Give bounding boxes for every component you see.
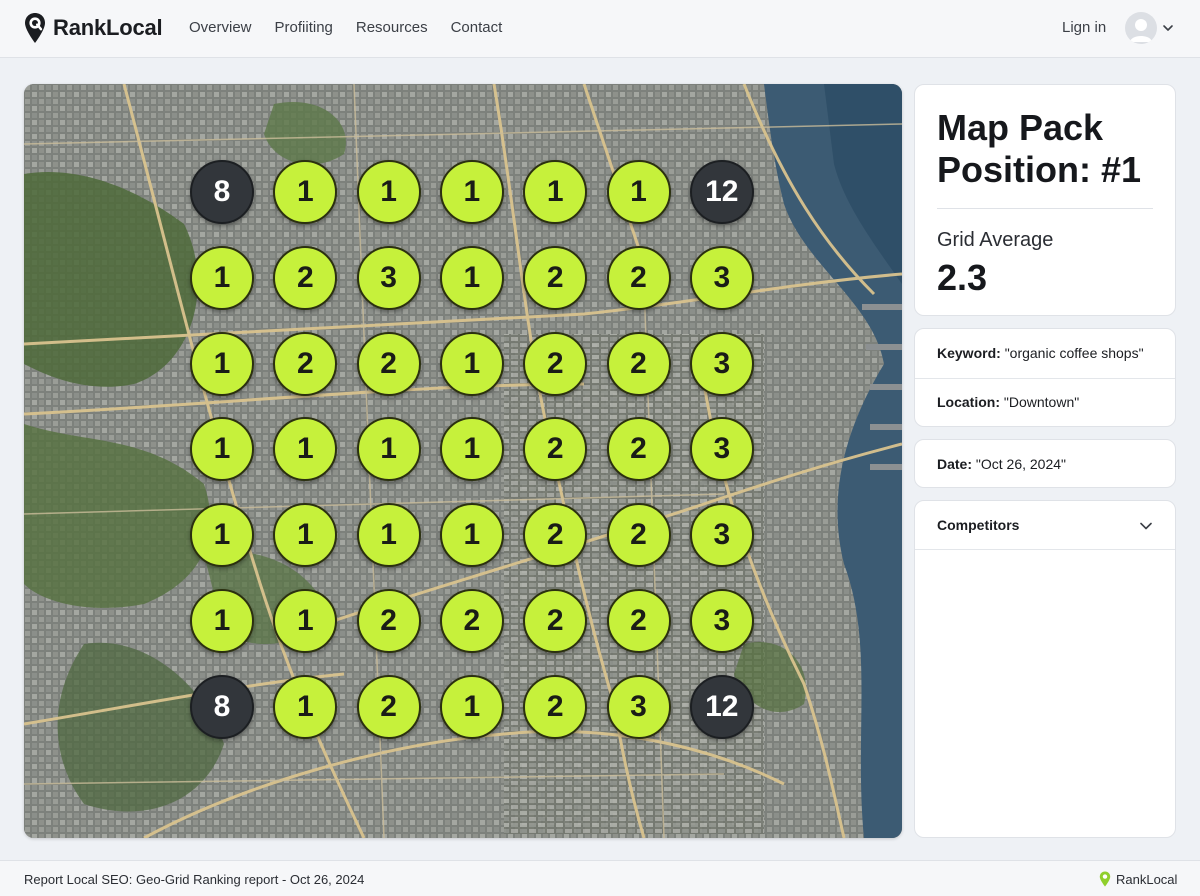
rank-pin[interactable]: 3 <box>606 674 671 739</box>
rank-pin[interactable]: 1 <box>273 674 338 739</box>
date-row: Date: "Oct 26, 2024" <box>937 456 1066 472</box>
rank-pin[interactable]: 2 <box>356 331 421 396</box>
rank-pin[interactable]: 2 <box>356 589 421 653</box>
map-pin-icon <box>25 13 45 43</box>
rank-pin[interactable]: 2 <box>356 674 421 739</box>
nav-resources[interactable]: Resources <box>356 19 428 37</box>
rank-pin[interactable]: 3 <box>356 245 421 310</box>
chevron-down-icon <box>1140 522 1152 530</box>
keyword-value: "organic coffee shops" <box>1004 345 1144 361</box>
rank-pin[interactable]: 2 <box>523 417 588 482</box>
rank-pin[interactable]: 1 <box>190 245 254 310</box>
grid-average-label: Grid Average <box>937 229 1054 251</box>
rank-pin[interactable]: 1 <box>606 160 671 224</box>
nav-contact[interactable]: Contact <box>451 19 503 37</box>
keyword-row: Keyword: "organic coffee shops" <box>937 345 1144 361</box>
rank-pin[interactable]: 1 <box>273 417 338 482</box>
location-row: Location: "Downtown" <box>937 394 1079 410</box>
rank-pin[interactable]: 2 <box>273 245 338 310</box>
rank-pin[interactable]: 12 <box>689 160 754 224</box>
rank-pin[interactable]: 1 <box>356 503 421 568</box>
map-pack-position-card: Map Pack Position: #1 Grid Average 2.3 <box>914 84 1176 316</box>
rank-pin[interactable]: 1 <box>190 589 254 653</box>
date-value: "Oct 26, 2024" <box>975 456 1067 472</box>
map-pack-position-title: Map Pack Position: #1 <box>937 107 1142 190</box>
footer: Report Local SEO: Geo-Grid Ranking repor… <box>0 860 1200 896</box>
rank-pin[interactable]: 1 <box>190 331 254 396</box>
rank-pin[interactable]: 2 <box>523 331 588 396</box>
rank-pin[interactable]: 2 <box>523 503 588 568</box>
rank-pin[interactable]: 1 <box>439 331 504 396</box>
rank-pin[interactable]: 3 <box>689 331 754 396</box>
nav-overview[interactable]: Overview <box>189 19 252 37</box>
geo-grid-map[interactable]: 8 1 1 1 1 1 12 1 2 3 1 2 2 3 1 2 2 1 2 2 3 1 1 1 1 2 2 3 1 1 1 1 2 2 3 1 1 2 2… <box>24 84 902 838</box>
rank-pin[interactable]: 2 <box>606 331 671 396</box>
main-nav: Overview Profiiting Resources Contact <box>189 19 525 37</box>
rank-pin[interactable]: 1 <box>190 417 254 482</box>
rank-pin[interactable]: 1 <box>273 160 338 224</box>
location-label: Location: <box>937 394 1000 410</box>
rank-pin[interactable]: 3 <box>689 503 754 568</box>
date-label: Date: <box>937 456 973 472</box>
divider <box>937 208 1153 209</box>
search-details-card: Keyword: "organic coffee shops" Location… <box>914 328 1176 427</box>
rank-pin[interactable]: 1 <box>439 417 504 482</box>
rank-pin[interactable]: 3 <box>689 417 754 482</box>
ranking-grid: 8 1 1 1 1 1 12 1 2 3 1 2 2 3 1 2 2 1 2 2 3 1 1 1 1 2 2 3 1 1 1 1 2 2 3 1 1 2 2… <box>24 84 902 838</box>
divider <box>915 378 1175 379</box>
rank-pin[interactable]: 2 <box>523 245 588 310</box>
rank-pin[interactable]: 2 <box>523 589 588 653</box>
rank-pin[interactable]: 1 <box>273 589 338 653</box>
rank-pin[interactable]: 2 <box>439 589 504 653</box>
rank-pin[interactable]: 2 <box>273 331 338 396</box>
rank-pin[interactable]: 2 <box>606 503 671 568</box>
date-card: Date: "Oct 26, 2024" <box>914 439 1176 488</box>
competitors-title: Competitors <box>937 517 1020 533</box>
rank-pin[interactable]: 8 <box>190 160 254 224</box>
rank-pin[interactable]: 1 <box>439 503 504 568</box>
map-pin-icon <box>1099 871 1111 887</box>
rank-pin[interactable]: 1 <box>523 160 588 224</box>
rank-pin[interactable]: 1 <box>356 160 421 224</box>
competitors-panel: Competitors <box>914 500 1176 838</box>
rank-pin[interactable]: 2 <box>606 245 671 310</box>
brand-logo[interactable]: RankLocal <box>24 12 163 44</box>
rank-pin[interactable]: 1 <box>439 674 504 739</box>
chevron-down-icon[interactable] <box>1162 22 1174 34</box>
rank-pin[interactable]: 2 <box>606 417 671 482</box>
competitors-toggle[interactable]: Competitors <box>915 501 1175 550</box>
rank-pin[interactable]: 12 <box>689 674 754 739</box>
brand-name: RankLocal <box>53 15 163 40</box>
user-avatar-icon[interactable] <box>1125 12 1157 44</box>
rank-pin[interactable]: 8 <box>190 674 254 739</box>
rank-pin[interactable]: 1 <box>356 417 421 482</box>
rank-pin[interactable]: 3 <box>689 245 754 310</box>
login-link[interactable]: Lign in <box>1062 19 1106 37</box>
rank-pin[interactable]: 1 <box>439 245 504 310</box>
report-caption: Report Local SEO: Geo-Grid Ranking repor… <box>24 872 365 887</box>
grid-average-value: 2.3 <box>937 257 988 298</box>
keyword-label: Keyword: <box>937 345 1001 361</box>
rank-pin[interactable]: 1 <box>273 503 338 568</box>
rank-pin[interactable]: 2 <box>606 589 671 653</box>
rank-pin[interactable]: 1 <box>190 503 254 568</box>
location-value: "Downtown" <box>1003 394 1080 410</box>
rank-pin[interactable]: 3 <box>689 589 754 653</box>
top-nav-bar: RankLocal Overview Profiiting Resources … <box>0 0 1200 58</box>
rank-pin[interactable]: 1 <box>439 160 504 224</box>
footer-brand: RankLocal <box>1099 871 1177 887</box>
nav-profiting[interactable]: Profiiting <box>275 19 333 37</box>
rank-pin[interactable]: 2 <box>523 674 588 739</box>
footer-brand-name: RankLocal <box>1116 871 1178 887</box>
